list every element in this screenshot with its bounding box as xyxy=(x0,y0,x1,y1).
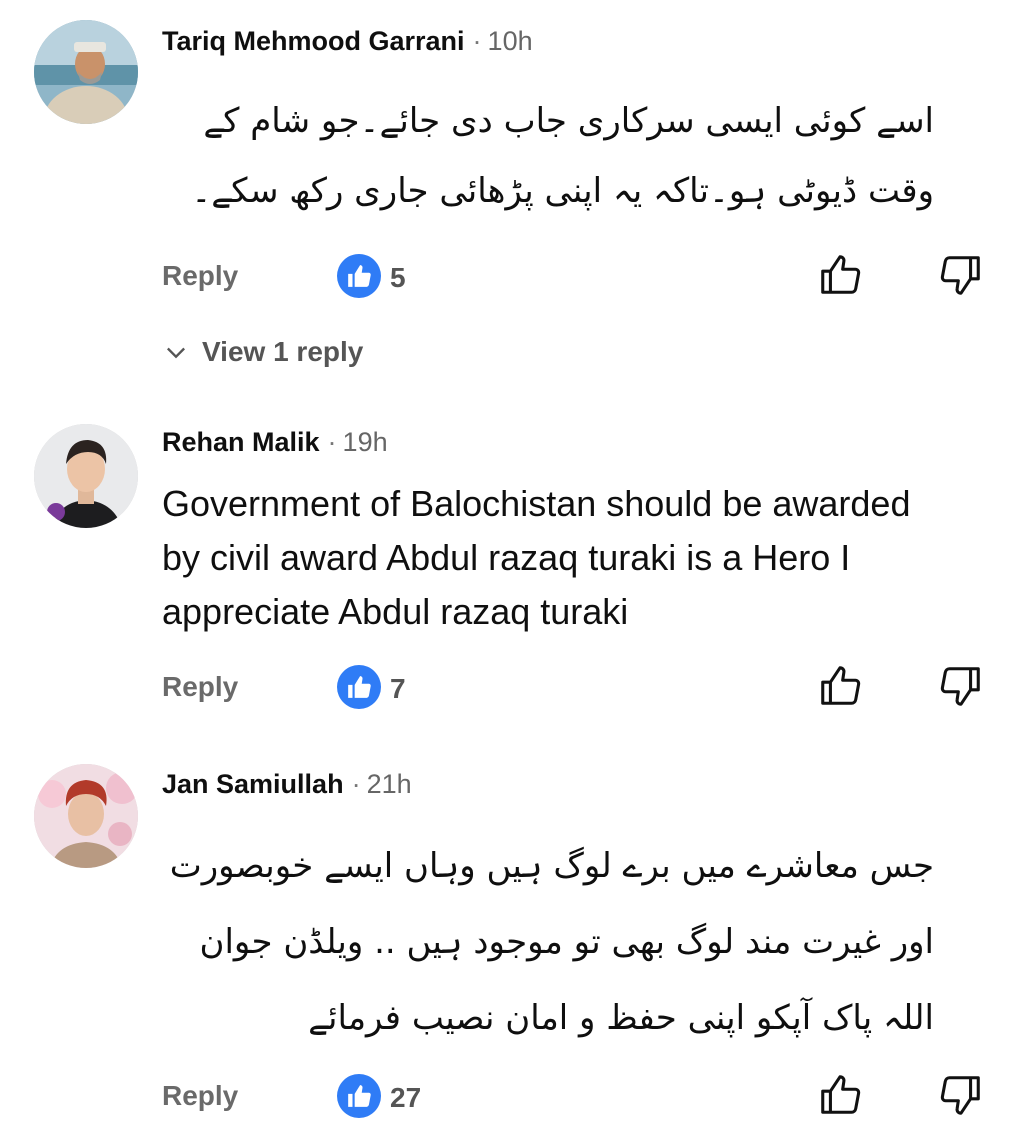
like-count-badge-icon xyxy=(337,254,381,298)
author-name[interactable]: Rehan Malik xyxy=(162,427,320,457)
timestamp: 21h xyxy=(366,769,412,799)
separator-dot: · xyxy=(327,427,337,457)
timestamp: 19h xyxy=(342,427,388,457)
thumbs-up-icon[interactable] xyxy=(817,663,863,709)
thumbs-down-icon[interactable] xyxy=(938,1072,984,1118)
author-line: Jan Samiullah · 21h xyxy=(162,767,412,801)
thumbs-up-icon[interactable] xyxy=(817,1072,863,1118)
reply-button[interactable]: Reply xyxy=(162,259,238,293)
reply-button[interactable]: Reply xyxy=(162,670,238,704)
like-count-badge-icon xyxy=(337,665,381,709)
like-count-badge-icon xyxy=(337,1074,381,1118)
view-replies-label: View 1 reply xyxy=(202,336,364,367)
thumbs-down-icon[interactable] xyxy=(938,252,984,298)
author-name[interactable]: Tariq Mehmood Garrani xyxy=(162,26,465,56)
separator-dot: · xyxy=(472,26,482,56)
author-line: Tariq Mehmood Garrani · 10h xyxy=(162,24,533,58)
avatar[interactable] xyxy=(34,764,138,868)
comment-text: Government of Balochistan should be awar… xyxy=(162,483,911,632)
avatar[interactable] xyxy=(34,20,138,124)
like-count: 27 xyxy=(390,1082,422,1113)
comment-text: جس معاشرے میں برے لوگ ہیں وہاں ایسے خوبص… xyxy=(169,846,934,1038)
thumbs-down-icon[interactable] xyxy=(938,663,984,709)
timestamp: 10h xyxy=(487,26,533,56)
comment-text: اسے کوئی ایسی سرکاری جاب دی جائے۔جو شام … xyxy=(191,101,934,211)
separator-dot: · xyxy=(351,769,361,799)
thumbs-up-icon[interactable] xyxy=(817,252,863,298)
avatar[interactable] xyxy=(34,424,138,528)
reply-button[interactable]: Reply xyxy=(162,1079,238,1113)
view-replies-button[interactable]: View 1 reply xyxy=(162,335,363,369)
author-name[interactable]: Jan Samiullah xyxy=(162,769,344,799)
chevron-down-icon xyxy=(167,347,185,359)
like-count: 7 xyxy=(390,673,406,704)
author-line: Rehan Malik · 19h xyxy=(162,425,388,459)
like-count: 5 xyxy=(390,262,406,293)
